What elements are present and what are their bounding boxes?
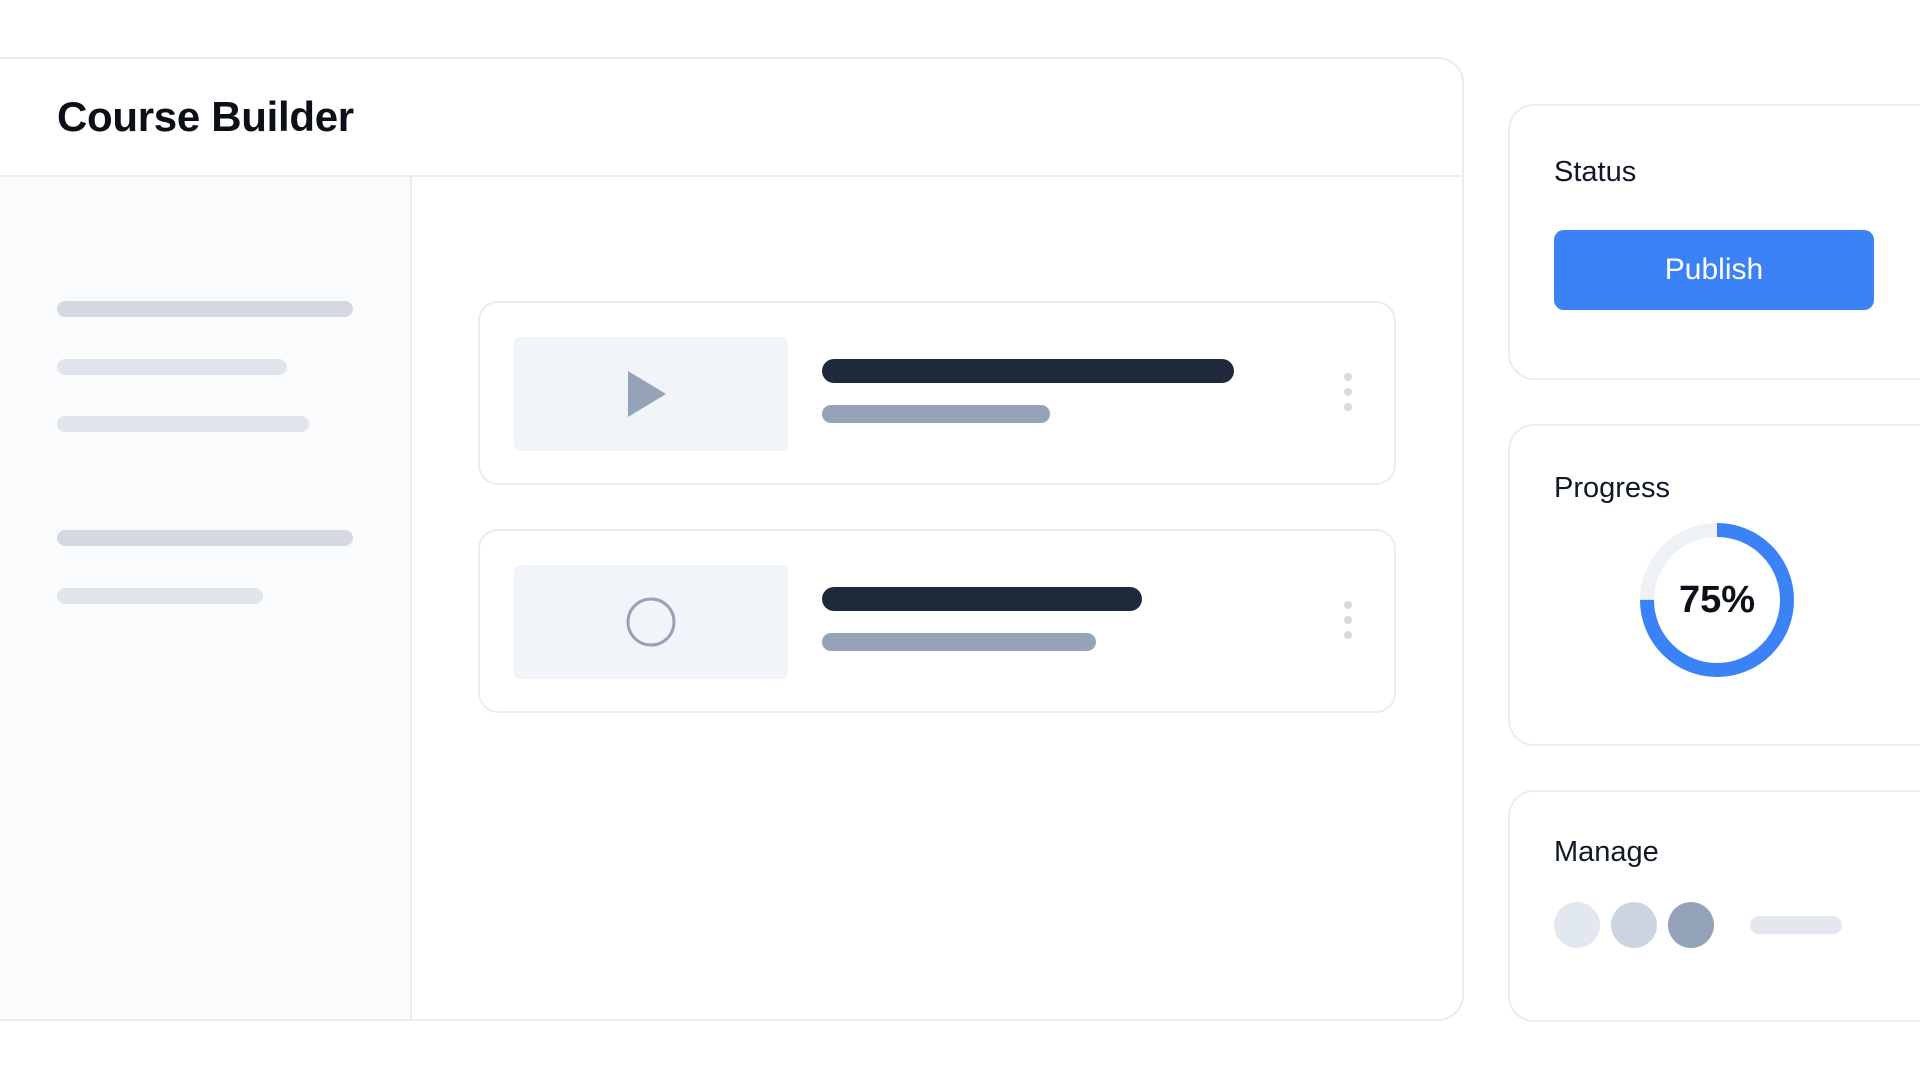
status-title: Status (1554, 156, 1637, 188)
play-icon (628, 371, 666, 417)
course-outline-sidebar (0, 177, 412, 1019)
outline-item-placeholder[interactable] (57, 416, 309, 432)
manage-card: Manage (1508, 790, 1920, 1022)
lesson-thumbnail (514, 565, 788, 679)
manage-action-placeholder[interactable] (1750, 916, 1842, 934)
more-options-icon[interactable] (1342, 601, 1354, 645)
outline-item-placeholder[interactable] (57, 530, 353, 546)
lesson-subtitle-placeholder (822, 633, 1096, 651)
progress-title: Progress (1554, 472, 1671, 504)
progress-percent-label: 75% (1678, 578, 1756, 621)
lesson-title-placeholder (822, 359, 1234, 383)
manage-title: Manage (1554, 836, 1659, 868)
circle-icon (626, 597, 676, 647)
page-title: Course Builder (57, 93, 354, 140)
outline-item-placeholder[interactable] (57, 301, 353, 317)
publish-button[interactable]: Publish (1554, 230, 1874, 310)
panel-header: Course Builder (0, 59, 1462, 177)
avatar[interactable] (1611, 902, 1657, 948)
status-card: Status Publish (1508, 104, 1920, 380)
lesson-list (412, 177, 1462, 1019)
course-builder-panel: Course Builder (0, 57, 1464, 1021)
lesson-card[interactable] (478, 301, 1396, 485)
avatar[interactable] (1554, 902, 1600, 948)
outline-item-placeholder[interactable] (57, 359, 287, 375)
lesson-thumbnail (514, 337, 788, 451)
progress-card: Progress 75% (1508, 424, 1920, 746)
lesson-card[interactable] (478, 529, 1396, 713)
outline-item-placeholder[interactable] (57, 588, 263, 604)
avatar[interactable] (1668, 902, 1714, 948)
lesson-title-placeholder (822, 587, 1142, 611)
lesson-subtitle-placeholder (822, 405, 1050, 423)
more-options-icon[interactable] (1342, 373, 1354, 417)
